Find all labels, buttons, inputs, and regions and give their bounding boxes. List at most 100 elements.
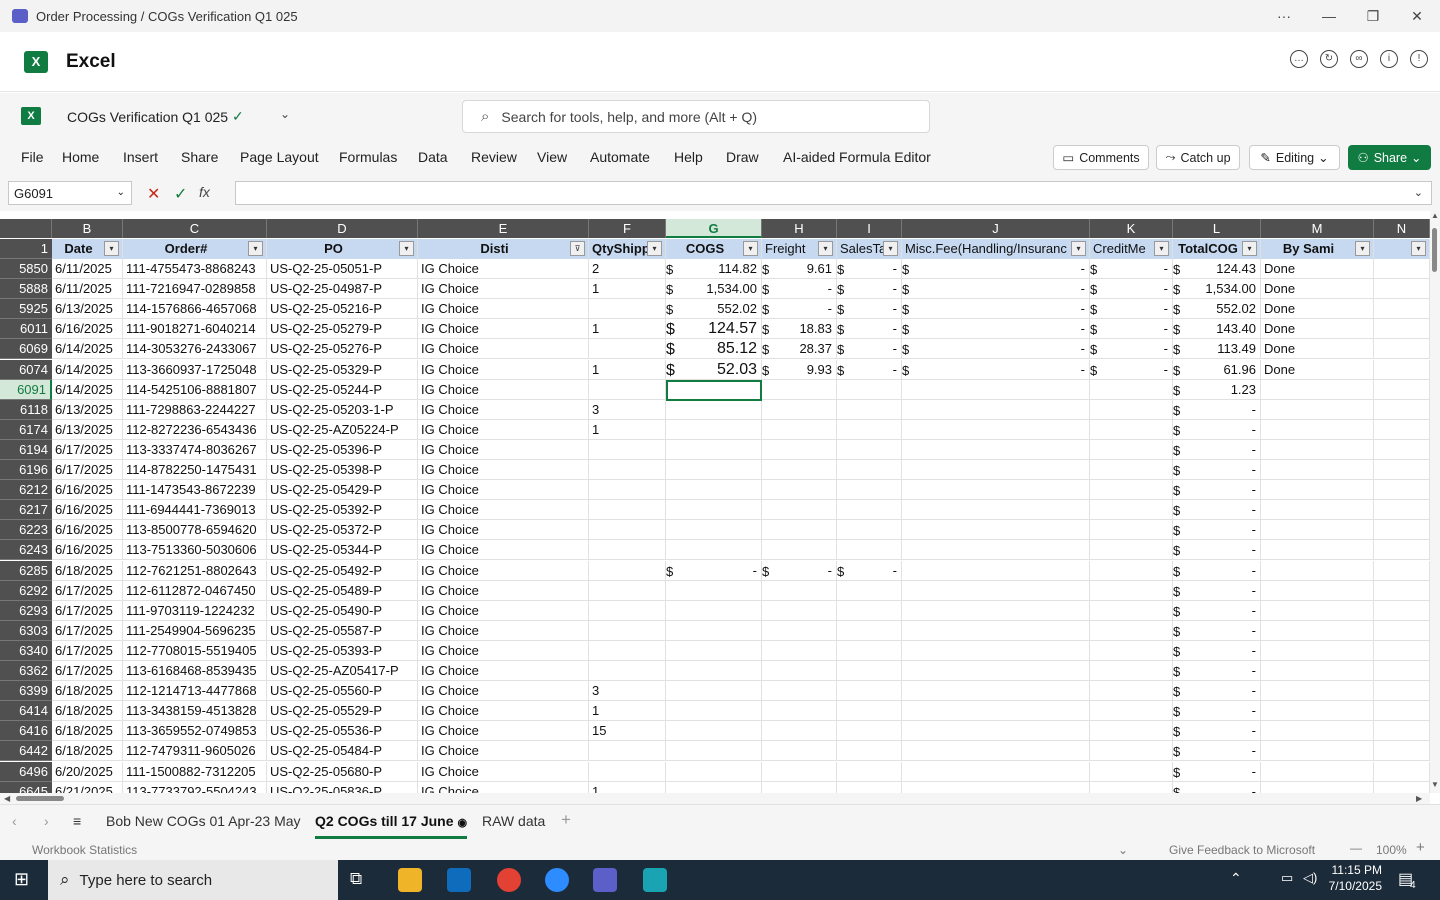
cell-disti[interactable]: IG Choice — [418, 520, 589, 541]
cell-credit-memo[interactable] — [1090, 600, 1173, 621]
cell-cogs[interactable]: $ - — [666, 560, 762, 581]
cell-disti[interactable]: IG Choice — [418, 259, 589, 279]
cell-by-sami[interactable] — [1261, 781, 1374, 793]
cell-cogs[interactable] — [666, 540, 762, 561]
cell-date[interactable]: 6/20/2025 — [52, 761, 123, 782]
vertical-scroll-thumb[interactable] — [1432, 228, 1437, 272]
cell-sales-tax[interactable] — [837, 781, 902, 793]
cell-date[interactable]: 6/16/2025 — [52, 520, 123, 541]
cell-total-cogs[interactable]: $ - — [1173, 500, 1261, 521]
filter-dropdown-icon[interactable]: ▾ — [1411, 241, 1426, 256]
column-header-b[interactable]: B — [52, 219, 123, 238]
cell-credit-memo[interactable]: $ - — [1090, 299, 1173, 320]
cell-sales-tax[interactable] — [837, 640, 902, 661]
header-cell[interactable]: By Sami ▾ — [1261, 239, 1374, 259]
cell-disti[interactable]: IG Choice — [418, 439, 589, 460]
cell-by-sami[interactable] — [1261, 701, 1374, 722]
cell-date[interactable]: 6/18/2025 — [52, 701, 123, 722]
refresh-icon[interactable]: ↻ — [1320, 50, 1338, 68]
zoom-out-icon[interactable]: — — [1350, 841, 1362, 855]
cell-by-sami[interactable]: Done — [1261, 319, 1374, 340]
chevron-down-icon[interactable]: ⌄ — [1118, 843, 1128, 857]
windows-start-icon[interactable]: ⊞ — [14, 869, 29, 890]
cell-cogs[interactable] — [666, 480, 762, 501]
cell-credit-memo[interactable] — [1090, 419, 1173, 440]
cell-order[interactable]: 111-1473543-8672239 — [123, 480, 267, 501]
cell-qty[interactable]: 3 — [589, 399, 666, 420]
cell-qty[interactable] — [589, 761, 666, 782]
column-header-c[interactable]: C — [123, 219, 267, 238]
cell-n[interactable] — [1374, 580, 1430, 601]
zoom-icon[interactable] — [545, 868, 569, 892]
cell-n[interactable] — [1374, 681, 1430, 702]
cell-cogs[interactable] — [666, 661, 762, 681]
cell-n[interactable] — [1374, 520, 1430, 541]
cell-sales-tax[interactable]: $ - — [837, 299, 902, 320]
cancel-icon[interactable]: ✕ — [147, 184, 160, 204]
cell-disti[interactable]: IG Choice — [418, 781, 589, 793]
shield-icon[interactable]: ! — [1410, 50, 1428, 68]
cell-cogs[interactable] — [666, 620, 762, 641]
worksheet-grid[interactable]: BCDEFGHIJKLMN 1 Date ▾ Order# ▾ PO ▾ Disti ⊽ QtyS… — [0, 219, 1430, 793]
cell-po[interactable]: US-Q2-25-05490-P — [267, 600, 418, 621]
cell-date[interactable]: 6/18/2025 — [52, 560, 123, 581]
formula-input[interactable]: ⌄ — [235, 181, 1432, 205]
cell-order[interactable]: 111-7216947-0289858 — [123, 279, 267, 300]
cell-cogs[interactable]: $1,534.00 — [666, 279, 762, 300]
close-button[interactable]: ✕ — [1394, 0, 1440, 32]
cell-date[interactable]: 6/16/2025 — [52, 480, 123, 501]
cell-misc-fee[interactable] — [902, 761, 1090, 782]
header-cell[interactable]: QtyShipp ▾ — [589, 239, 666, 259]
row-header[interactable]: 6292 — [0, 580, 52, 601]
cell-sales-tax[interactable]: $ - — [837, 560, 902, 581]
cell-freight[interactable] — [762, 460, 837, 480]
cell-misc-fee[interactable] — [902, 781, 1090, 793]
filter-dropdown-icon[interactable]: ▾ — [1071, 241, 1086, 256]
cell-po[interactable]: US-Q2-25-AZ05224-P — [267, 419, 418, 440]
header-cell[interactable]: COGS ▾ — [666, 239, 762, 259]
cell-cogs[interactable] — [666, 500, 762, 521]
cell-total-cogs[interactable]: $ - — [1173, 600, 1261, 621]
task-view-icon[interactable]: ⧉ — [350, 869, 362, 889]
search-box[interactable]: ⌕ Search for tools, help, and more (Alt … — [462, 100, 930, 133]
cell-total-cogs[interactable]: $113.49 — [1173, 339, 1261, 360]
cell-by-sami[interactable] — [1261, 399, 1374, 420]
cell-disti[interactable]: IG Choice — [418, 339, 589, 360]
cell-misc-fee[interactable]: $ - — [902, 279, 1090, 300]
header-cell[interactable]: TotalCOG ▾ — [1173, 239, 1261, 259]
workbook-statistics[interactable]: Workbook Statistics — [32, 843, 137, 857]
cell-order[interactable]: 114-5425106-8881807 — [123, 379, 267, 400]
row-header[interactable]: 5888 — [0, 279, 52, 300]
tab-formulas[interactable]: Formulas — [339, 149, 397, 165]
cell-misc-fee[interactable] — [902, 480, 1090, 501]
cell-freight[interactable]: $ - — [762, 299, 837, 320]
cell-order[interactable]: 113-7733792-5504243 — [123, 781, 267, 793]
cell-misc-fee[interactable] — [902, 681, 1090, 702]
cell-qty[interactable] — [589, 339, 666, 360]
cell-total-cogs[interactable]: $143.40 — [1173, 319, 1261, 340]
cell-date[interactable]: 6/13/2025 — [52, 399, 123, 420]
header-cell[interactable]: Disti ⊽ — [418, 239, 589, 259]
cell-n[interactable] — [1374, 480, 1430, 501]
cell-total-cogs[interactable]: $ - — [1173, 681, 1261, 702]
cell-credit-memo[interactable] — [1090, 460, 1173, 480]
cell-credit-memo[interactable] — [1090, 500, 1173, 521]
cell-date[interactable]: 6/18/2025 — [52, 741, 123, 762]
horizontal-scroll-thumb[interactable] — [16, 796, 64, 801]
app-icon[interactable] — [643, 868, 667, 892]
filter-dropdown-icon[interactable]: ▾ — [1242, 241, 1257, 256]
cell-freight[interactable] — [762, 620, 837, 641]
cell-total-cogs[interactable]: $ - — [1173, 620, 1261, 641]
cell-total-cogs[interactable]: $61.96 — [1173, 359, 1261, 380]
cell-credit-memo[interactable] — [1090, 620, 1173, 641]
cell-cogs[interactable] — [666, 741, 762, 762]
cell-n[interactable] — [1374, 721, 1430, 742]
cell-cogs[interactable]: $52.03 — [666, 359, 762, 380]
cell-disti[interactable]: IG Choice — [418, 359, 589, 380]
cell-credit-memo[interactable]: $ - — [1090, 259, 1173, 279]
cell-sales-tax[interactable] — [837, 701, 902, 722]
row-header[interactable]: 6091 — [0, 379, 52, 400]
document-name[interactable]: COGs Verification Q1 025 — [67, 109, 228, 125]
cell-order[interactable]: 113-8500778-6594620 — [123, 520, 267, 541]
horizontal-scrollbar[interactable]: ◀ ▶ — [0, 793, 1430, 804]
